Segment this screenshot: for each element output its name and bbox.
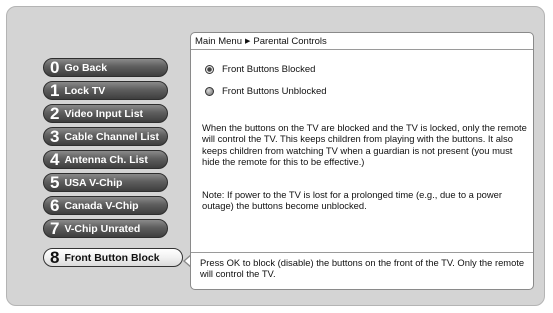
menu-item-number: 5 bbox=[50, 173, 60, 192]
help-footer: Press OK to block (disable) the buttons … bbox=[191, 252, 533, 289]
menu-item-number: 0 bbox=[50, 58, 60, 77]
menu-item-number: 1 bbox=[50, 81, 60, 100]
menu-item-label: USA V-Chip bbox=[64, 176, 123, 189]
breadcrumb-root[interactable]: Main Menu bbox=[195, 36, 242, 47]
breadcrumb-current: Parental Controls bbox=[253, 35, 327, 47]
menu-item-front-button-block[interactable]: 8 Front Button Block bbox=[43, 248, 183, 267]
note-paragraph: Note: If power to the TV is lost for a p… bbox=[202, 189, 502, 212]
option-label: Front Buttons Blocked bbox=[222, 64, 316, 75]
menu-item-number: 7 bbox=[50, 219, 60, 238]
menu-item-label: V-Chip Unrated bbox=[64, 222, 141, 235]
menu-item-label: Go Back bbox=[64, 61, 108, 74]
description-paragraph: When the buttons on the TV are blocked a… bbox=[202, 122, 527, 167]
radio-unselected-icon bbox=[205, 87, 214, 96]
menu-item-label: Cable Channel List bbox=[64, 130, 159, 143]
menu-item-lock-tv[interactable]: 1 Lock TV bbox=[43, 81, 168, 100]
breadcrumb: Main Menu ▶ Parental Controls bbox=[191, 33, 533, 50]
menu-item-usa-v-chip[interactable]: 5 USA V-Chip bbox=[43, 173, 168, 192]
menu-item-cable-channel-list[interactable]: 3 Cable Channel List bbox=[43, 127, 168, 146]
menu-item-number: 6 bbox=[50, 196, 60, 215]
menu-item-video-input-list[interactable]: 2 Video Input List bbox=[43, 104, 168, 123]
content-panel: Main Menu ▶ Parental Controls Front Butt… bbox=[190, 32, 534, 290]
menu-item-label: Video Input List bbox=[64, 107, 144, 120]
menu-item-number: 8 bbox=[50, 248, 60, 267]
breadcrumb-arrow-icon: ▶ bbox=[245, 38, 251, 45]
option-front-buttons-unblocked[interactable]: Front Buttons Unblocked bbox=[205, 86, 327, 97]
menu-item-v-chip-unrated[interactable]: 7 V-Chip Unrated bbox=[43, 219, 168, 238]
tv-menu-screen: 0 Go Back 1 Lock TV 2 Video Input List 3… bbox=[6, 6, 545, 306]
menu-item-antenna-ch-list[interactable]: 4 Antenna Ch. List bbox=[43, 150, 168, 169]
menu-item-label: Front Button Block bbox=[64, 251, 160, 264]
menu-item-label: Canada V-Chip bbox=[64, 199, 139, 212]
menu-item-number: 3 bbox=[50, 127, 60, 146]
menu-item-number: 4 bbox=[50, 150, 60, 169]
menu-item-go-back[interactable]: 0 Go Back bbox=[43, 58, 168, 77]
radio-selected-icon bbox=[205, 65, 214, 74]
option-label: Front Buttons Unblocked bbox=[222, 86, 327, 97]
option-front-buttons-blocked[interactable]: Front Buttons Blocked bbox=[205, 64, 315, 75]
menu-item-canada-v-chip[interactable]: 6 Canada V-Chip bbox=[43, 196, 168, 215]
menu-item-label: Antenna Ch. List bbox=[64, 153, 148, 166]
menu-item-number: 2 bbox=[50, 104, 60, 123]
menu-item-label: Lock TV bbox=[64, 84, 106, 97]
